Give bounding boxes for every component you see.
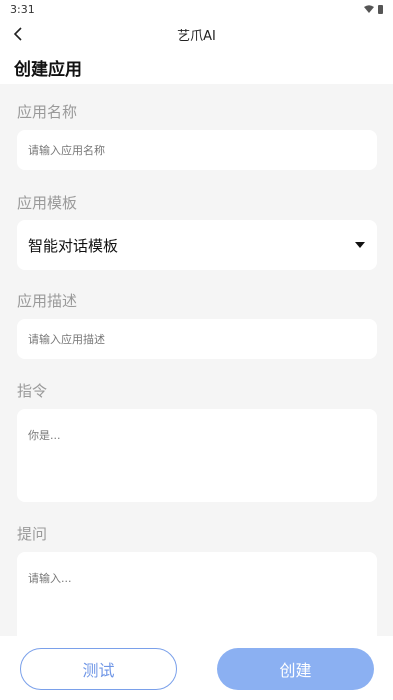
instruction-label: 指令 [17,382,48,400]
instruction-textarea[interactable]: 你是... [17,409,377,502]
page-title: 创建应用 [0,50,393,84]
status-time: 3:31 [10,2,35,16]
create-button[interactable]: 创建 [217,648,374,690]
back-button[interactable] [8,24,28,44]
template-label: 应用模板 [17,194,78,212]
wifi-icon [364,5,374,13]
app-description-input[interactable]: 请输入应用描述 [17,319,377,359]
prompt-textarea[interactable]: 请输入... [17,552,377,636]
prompt-label: 提问 [17,525,48,543]
app-name-input[interactable]: 请输入应用名称 [17,130,377,170]
app-title: 艺爪AI [177,28,216,44]
battery-icon [378,4,383,14]
template-selected-value: 智能对话模板 [28,236,119,255]
dropdown-arrow-icon [355,242,365,248]
template-select[interactable]: 智能对话模板 [17,220,377,270]
name-label: 应用名称 [17,103,78,121]
chevron-left-icon [13,27,22,41]
app-bar: 艺爪AI [0,18,393,50]
test-button[interactable]: 测试 [20,648,177,690]
status-bar: 3:31 [0,0,393,18]
description-label: 应用描述 [17,292,78,310]
bottom-action-bar: 测试 创建 [0,636,393,700]
status-icons [364,4,383,14]
